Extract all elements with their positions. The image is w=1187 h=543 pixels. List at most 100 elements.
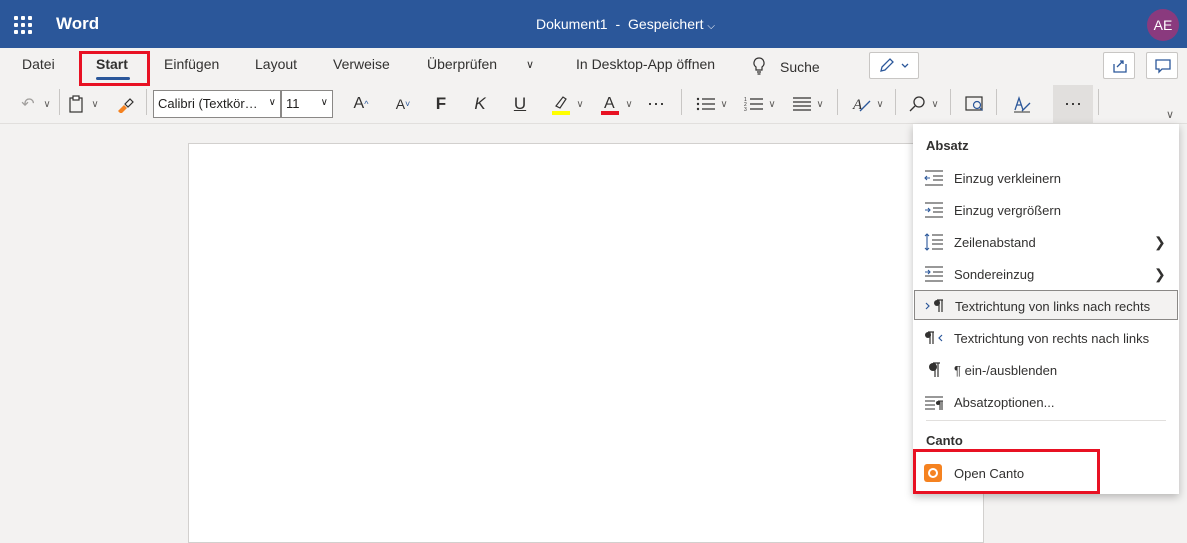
align-icon[interactable] [790,92,814,116]
line-spacing-icon [924,233,944,251]
tab-verweise[interactable]: Verweise [333,56,390,72]
underline-button[interactable]: U [509,92,531,116]
menu-item-label: Textrichtung von rechts nach links [954,331,1150,346]
find-chevron-icon[interactable]: ∨ [929,92,941,116]
save-status: Gespeichert [628,16,704,32]
font-name-value: Calibri (Textkör… [158,96,258,111]
undo-icon[interactable]: ↶ [16,92,40,116]
comments-button[interactable] [1146,52,1178,79]
format-painter-icon[interactable] [113,92,137,116]
font-name-dropdown[interactable]: Calibri (Textkör… ∨ [153,90,281,118]
undo-chevron-icon[interactable]: ∨ [40,92,54,116]
more-font-options-icon[interactable]: ⋯ [644,92,668,116]
menu-item-line-spacing[interactable]: Zeilenabstand ❯ [914,227,1178,257]
document-page[interactable] [188,143,984,543]
rtl-icon [924,329,944,347]
menu-item-label: Zeilenabstand [954,235,1036,250]
app-name[interactable]: Word [56,14,99,34]
tab-layout[interactable]: Layout [255,56,297,72]
immersive-reader-icon[interactable] [963,92,987,116]
chevron-down-icon: ⌵ [707,21,716,32]
more-tabs-chevron-icon[interactable]: ∨ [526,58,534,71]
toolbar-divider [146,89,147,115]
shrink-font-icon[interactable]: A ˅ [390,92,416,116]
pilcrow-icon [924,361,944,379]
menu-item-label: Sondereinzug [954,267,1035,282]
section-heading-absatz: Absatz [926,138,969,153]
menu-item-increase-indent[interactable]: Einzug vergrößern [914,195,1178,225]
numbering-icon[interactable]: 123 [742,92,766,116]
toolbar-divider [837,89,838,115]
tab-datei[interactable]: Datei [22,56,55,72]
toolbar-divider [1098,89,1099,115]
menu-item-show-hide[interactable]: ¶ ein-/ausblenden [914,355,1178,385]
clipboard-icon[interactable] [66,92,86,116]
avatar[interactable]: AE [1147,9,1179,41]
align-chevron-icon[interactable]: ∨ [814,92,826,116]
title-separator: - [615,16,621,32]
chevron-right-icon: ❯ [1154,234,1166,250]
find-icon[interactable] [905,92,929,116]
toolbar-divider [895,89,896,115]
menu-item-label: Einzug vergrößern [954,203,1061,218]
highlight-chevron-icon[interactable]: ∨ [574,92,586,116]
chevron-down-icon: ∨ [268,97,276,108]
editing-mode-button[interactable] [869,52,919,79]
paragraph-options-icon [924,393,944,411]
chevron-down-icon: ∨ [320,97,328,108]
menu-item-paragraph-options[interactable]: Absatzoptionen... [914,387,1178,417]
expand-ribbon-icon[interactable]: ∨ [1160,106,1180,122]
tab-open-desktop[interactable]: In Desktop-App öffnen [576,56,715,72]
menu-item-label: Textrichtung von links nach rechts [955,299,1151,314]
increase-indent-icon [924,201,944,219]
overflow-menu: Absatz Einzug verkleinern Einzug vergröß… [913,124,1179,494]
chevron-right-icon: ❯ [1154,266,1166,282]
highlight-icon[interactable] [548,92,574,116]
menu-item-label: Absatzoptionen... [954,395,1055,410]
lightbulb-icon [752,57,766,78]
menu-item-rtl[interactable]: Textrichtung von rechts nach links [914,323,1178,353]
editor-icon[interactable] [1010,92,1034,116]
toolbar-divider [59,89,60,115]
clipboard-chevron-icon[interactable]: ∨ [88,92,102,116]
bullets-icon[interactable] [694,92,718,116]
ltr-icon [925,297,945,315]
bullets-chevron-icon[interactable]: ∨ [718,92,730,116]
tab-ueberpruefen[interactable]: Überprüfen [427,56,497,72]
bold-button[interactable]: F [430,92,452,116]
start-tab-highlight [79,51,150,86]
menu-item-label: Einzug verkleinern [954,171,1061,186]
document-name: Dokument1 [536,16,608,32]
styles-icon[interactable]: A [850,92,874,116]
tab-einfuegen[interactable]: Einfügen [164,56,219,72]
font-color-icon[interactable]: A [597,92,623,116]
document-title[interactable]: Dokument1 - Gespeichert ⌵ [536,16,715,32]
numbering-chevron-icon[interactable]: ∨ [766,92,778,116]
search-label[interactable]: Suche [780,59,820,75]
section-heading-canto: Canto [926,433,963,448]
share-button[interactable] [1103,52,1135,79]
open-canto-highlight [913,449,1100,494]
toolbar-divider [681,89,682,115]
menu-divider [926,420,1166,421]
italic-button[interactable]: K [469,92,491,116]
font-size-dropdown[interactable]: 11 ∨ [281,90,333,118]
toolbar-divider [996,89,997,115]
font-color-chevron-icon[interactable]: ∨ [623,92,635,116]
menu-item-label: ¶ ein-/ausblenden [954,363,1058,378]
special-indent-icon [924,265,944,283]
svg-text:3: 3 [744,107,747,112]
menu-item-decrease-indent[interactable]: Einzug verkleinern [914,163,1178,193]
styles-chevron-icon[interactable]: ∨ [874,92,886,116]
font-size-value: 11 [286,96,300,111]
grow-font-icon[interactable]: A ^ [348,92,374,116]
title-bar: Word Dokument1 - Gespeichert ⌵ AE [0,0,1187,48]
menu-item-special-indent[interactable]: Sondereinzug ❯ [914,259,1178,289]
menu-item-ltr[interactable]: Textrichtung von links nach rechts [914,290,1178,320]
svg-text:A: A [852,97,863,113]
more-options-button[interactable]: ⋯ [1053,85,1093,123]
decrease-indent-icon [924,169,944,187]
toolbar-divider [950,89,951,115]
svg-text:A: A [604,95,615,112]
app-launcher-icon[interactable] [14,16,32,34]
